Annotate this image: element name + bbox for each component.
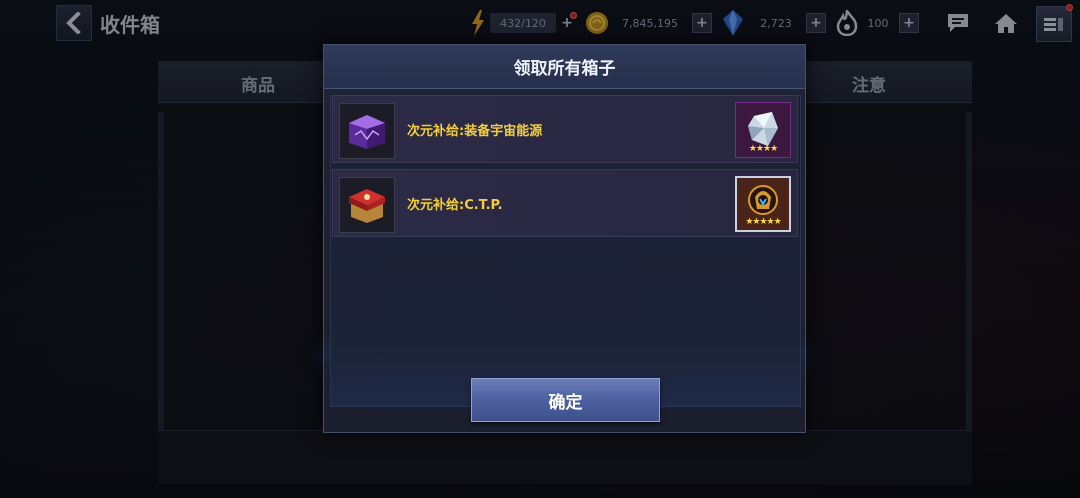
dialog-header: 领取所有箱子 [324, 45, 805, 89]
reward-stars: ★★★★ [748, 144, 778, 154]
confirm-button[interactable]: 确定 [471, 378, 660, 422]
confirm-label: 确定 [548, 392, 583, 413]
claim-all-dialog: 领取所有箱子 次元补给:装备宇宙能源 ★★★★ 次元补给:C.T.P. ★★★★… [323, 44, 806, 433]
list-item: 次元补给:C.T.P. ★★★★★ [332, 169, 798, 237]
dialog-title: 领取所有箱子 [513, 59, 616, 79]
reward-stars: ★★★★★ [745, 217, 781, 227]
red-box-icon [339, 177, 395, 233]
item-name: 次元补给:C.T.P. [407, 198, 503, 213]
list-item: 次元补给:装备宇宙能源 ★★★★ [332, 95, 798, 163]
item-name: 次元补给:装备宇宙能源 [407, 124, 543, 139]
crystal-shard-icon[interactable]: ★★★★ [735, 102, 791, 158]
purple-box-icon [339, 103, 395, 159]
hero-badge-icon[interactable]: ★★★★★ [735, 176, 791, 232]
